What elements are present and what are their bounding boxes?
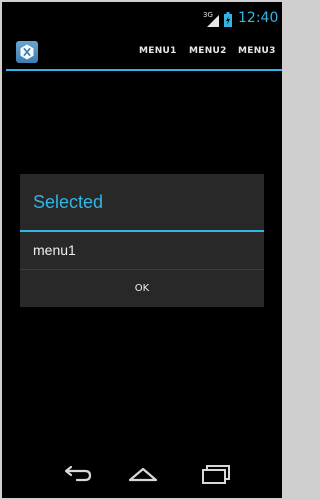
ok-button[interactable]: OK <box>20 270 264 307</box>
action-bar: MENU1 MENU2 MENU3 <box>2 30 282 70</box>
back-icon[interactable] <box>57 462 97 486</box>
status-clock: 12:40 <box>238 10 279 26</box>
alert-dialog: Selected menu1 OK <box>20 174 264 307</box>
menu-item-menu3[interactable]: MENU3 <box>238 46 276 56</box>
home-icon[interactable] <box>123 462 163 486</box>
signal-strength-icon <box>207 14 219 27</box>
navigation-bar <box>2 450 282 498</box>
battery-charging-icon <box>224 12 232 27</box>
dialog-message: menu1 <box>33 242 76 258</box>
action-bar-divider <box>6 69 282 71</box>
device-screen: 3G 12:40 MENU1 MENU2 MENU3 Selected menu… <box>2 2 282 498</box>
menu-item-menu2[interactable]: MENU2 <box>189 46 227 56</box>
menu-item-menu1[interactable]: MENU1 <box>139 46 177 56</box>
dialog-title-divider <box>20 230 264 232</box>
dialog-title: Selected <box>33 192 104 212</box>
recent-apps-icon[interactable] <box>193 462 233 486</box>
status-bar: 3G 12:40 <box>2 2 282 30</box>
xamarin-x-icon[interactable] <box>16 41 38 63</box>
